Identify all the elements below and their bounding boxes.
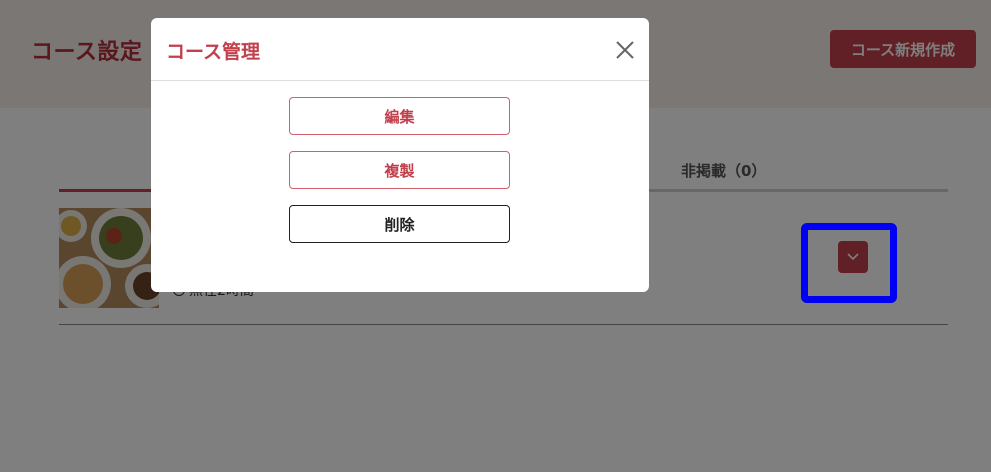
close-icon [616,41,634,59]
modal-header: コース管理 [151,18,649,81]
modal-title: コース管理 [166,41,261,63]
duplicate-button[interactable]: 複製 [289,151,510,189]
edit-button[interactable]: 編集 [289,97,510,135]
course-management-modal: コース管理 編集 複製 削除 [151,18,649,292]
close-button[interactable] [610,35,640,65]
focus-highlight [801,223,897,303]
delete-button[interactable]: 削除 [289,205,510,243]
